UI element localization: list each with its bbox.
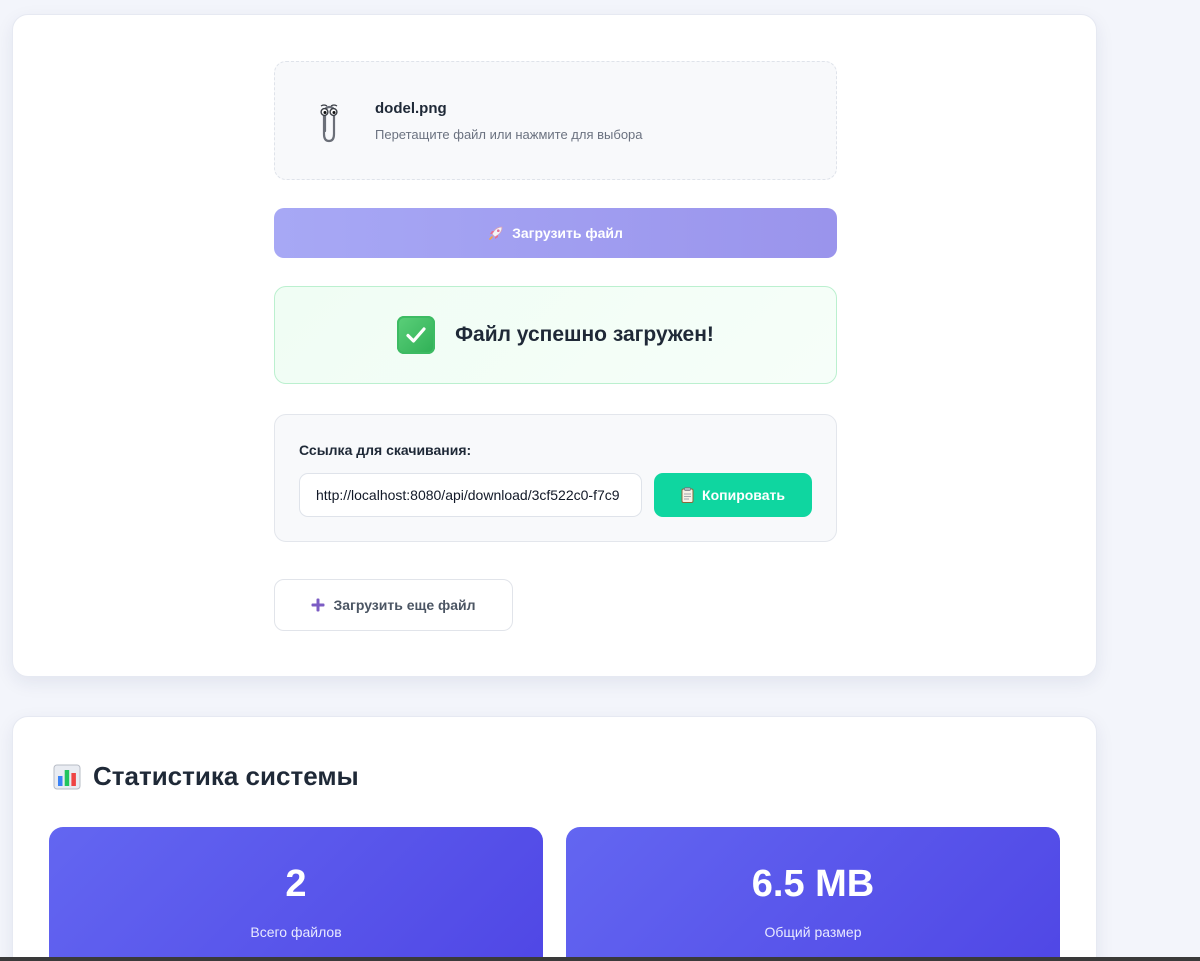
download-link-box: Ссылка для скачивания: Копировать [274, 414, 837, 542]
upload-another-button[interactable]: Загрузить еще файл [274, 579, 513, 631]
dropzone-hint: Перетащите файл или нажмите для выбора [375, 127, 643, 142]
stat-total-size-label: Общий размер [764, 924, 862, 940]
window-bottom-edge [0, 957, 1200, 961]
stat-total-size-value: 6.5 MB [751, 863, 875, 905]
stats-card: Статистика системы 2 Всего файлов 6.5 MB… [12, 716, 1097, 961]
file-dropzone[interactable]: dodel.png Перетащите файл или нажмите дл… [274, 61, 837, 180]
stat-total-files-value: 2 [285, 863, 307, 905]
download-link-input[interactable] [299, 473, 642, 517]
stat-total-size: 6.5 MB Общий размер [566, 827, 1060, 961]
bar-chart-icon [53, 763, 81, 791]
stat-total-files: 2 Всего файлов [49, 827, 543, 961]
copy-link-button-label: Копировать [702, 487, 785, 503]
upload-card: dodel.png Перетащите файл или нажмите дл… [12, 14, 1097, 677]
upload-another-button-label: Загрузить еще файл [333, 597, 476, 613]
copy-link-button[interactable]: Копировать [654, 473, 812, 517]
upload-file-button-label: Загрузить файл [512, 225, 623, 241]
plus-icon [311, 598, 325, 612]
check-mark-icon [397, 316, 436, 354]
paperclip-icon [315, 100, 343, 144]
download-link-label: Ссылка для скачивания: [299, 442, 472, 458]
stats-title: Статистика системы [93, 761, 359, 791]
success-message-box: Файл успешно загружен! [274, 286, 837, 384]
stat-total-files-label: Всего файлов [250, 924, 342, 940]
upload-file-button[interactable]: Загрузить файл [274, 208, 837, 258]
stats-heading: Статистика системы [53, 761, 359, 792]
success-message: Файл успешно загружен! [455, 323, 714, 346]
clipboard-icon [681, 487, 694, 503]
rocket-icon [488, 225, 504, 241]
selected-file-name: dodel.png [375, 100, 447, 117]
